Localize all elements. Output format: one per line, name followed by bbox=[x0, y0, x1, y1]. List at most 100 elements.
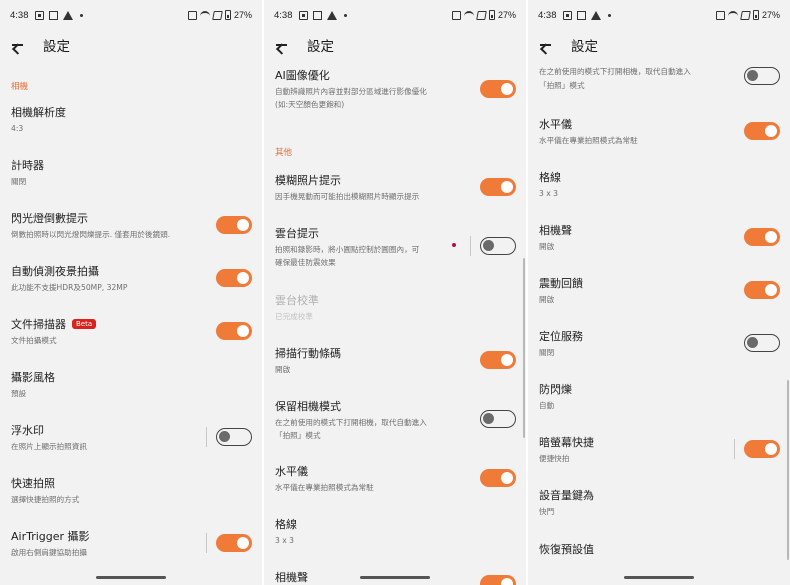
setting-anti-flicker[interactable]: 防閃爍 自動 bbox=[528, 381, 790, 411]
vibration-feedback-toggle[interactable] bbox=[744, 281, 780, 299]
setting-value: 開啟 bbox=[275, 365, 291, 374]
battery-percent: 27% bbox=[497, 10, 516, 20]
setting-keep-camera-mode[interactable]: 保留相機模式 在之前使用的模式下打開相機，取代自動進入 「拍照」模式 bbox=[264, 398, 526, 444]
setting-value: 關閉 bbox=[11, 177, 27, 186]
setting-description: 水平儀在專業拍照模式為常駐 bbox=[275, 483, 374, 492]
setting-level[interactable]: 水平儀 水平儀在專業拍照模式為常駐 bbox=[528, 116, 790, 148]
setting-gimbal-hint[interactable]: 雲台提示 拍照和錄影時，將小圓點控制於圓圈內，可 確保最佳防震效果 bbox=[264, 225, 526, 271]
status-bar: 4:38 27% bbox=[264, 0, 526, 30]
setting-level[interactable]: 水平儀 水平儀在專業拍照模式為常駐 bbox=[264, 463, 526, 495]
blur-hint-toggle[interactable] bbox=[480, 178, 516, 196]
setting-title: 雲台提示 bbox=[275, 227, 319, 240]
location-service-toggle[interactable] bbox=[744, 334, 780, 352]
more-notifications-dot-icon bbox=[343, 13, 347, 17]
status-bar: 4:38 27% bbox=[528, 0, 790, 30]
setting-volume-key[interactable]: 設音量鍵為 快門 bbox=[528, 487, 790, 517]
setting-vibration-feedback[interactable]: 震動回饋 開啟 bbox=[528, 275, 790, 307]
setting-shutter-sound[interactable]: 相機聲 開啟 bbox=[528, 222, 790, 254]
ai-enhance-toggle[interactable] bbox=[480, 80, 516, 98]
wifi-icon bbox=[463, 11, 474, 19]
setting-title: 相機聲 bbox=[539, 224, 572, 237]
setting-value: 開啟 bbox=[539, 242, 555, 251]
setting-title: 模糊照片提示 bbox=[275, 174, 341, 187]
setting-title: 攝影風格 bbox=[11, 371, 55, 384]
setting-airtrigger[interactable]: AirTrigger 攝影 啟用右側肩鍵協助拍攝 bbox=[0, 528, 262, 560]
setting-description: 拍照和錄影時，將小圓點控制於圓圈內，可 bbox=[275, 245, 420, 254]
watermark-toggle[interactable] bbox=[216, 428, 252, 446]
warning-icon bbox=[326, 10, 337, 20]
setting-document-scanner[interactable]: 文件掃描器 Beta 文件拍攝模式 bbox=[0, 316, 262, 348]
airtrigger-toggle[interactable] bbox=[216, 534, 252, 552]
setting-quick-shot[interactable]: 快速拍照 選擇快捷拍照的方式 bbox=[0, 475, 262, 505]
setting-night-detect[interactable]: 自動偵測夜景拍攝 此功能不支援HDR及50MP, 32MP bbox=[0, 263, 262, 295]
page-title: 設定 bbox=[571, 39, 598, 55]
setting-description-line2: 「拍照」模式 bbox=[539, 81, 585, 90]
scrollbar[interactable] bbox=[787, 380, 789, 560]
document-scanner-toggle[interactable] bbox=[216, 322, 252, 340]
setting-title: 文件掃描器 Beta bbox=[11, 316, 97, 332]
divider bbox=[470, 236, 471, 256]
setting-ai-enhance[interactable]: AI圖像優化 自動辨識照片內容並對部分區域進行影像優化 (如:天空顏色更飽和) bbox=[264, 67, 526, 113]
setting-title: 浮水印 bbox=[11, 424, 44, 437]
keep-camera-mode-toggle[interactable] bbox=[480, 410, 516, 428]
setting-grid[interactable]: 格線 3 x 3 bbox=[264, 516, 526, 546]
divider bbox=[734, 439, 735, 459]
shutter-sound-toggle[interactable] bbox=[744, 228, 780, 246]
setting-reset-defaults[interactable]: 恢復預設值 bbox=[528, 541, 790, 561]
setting-photo-style[interactable]: 攝影風格 預設 bbox=[0, 369, 262, 399]
setting-flash-countdown[interactable]: 閃光燈倒數提示 倒數拍照時以閃光燈閃爍提示. 僅套用於後鏡頭. bbox=[0, 210, 262, 242]
gimbal-hint-toggle[interactable] bbox=[480, 237, 516, 255]
battery-icon bbox=[224, 10, 231, 20]
setting-description-line2: 確保最佳防震效果 bbox=[275, 258, 336, 267]
status-time: 4:38 bbox=[538, 9, 557, 21]
level-toggle[interactable] bbox=[480, 469, 516, 487]
setting-value: 快門 bbox=[539, 507, 555, 516]
no-sim-icon bbox=[740, 10, 751, 20]
setting-description: 選擇快捷拍照的方式 bbox=[11, 495, 80, 504]
setting-title-text: 文件掃描器 bbox=[11, 318, 66, 331]
setting-title: 恢復預設值 bbox=[539, 543, 594, 556]
barcode-scan-toggle[interactable] bbox=[480, 351, 516, 369]
setting-grid[interactable]: 格線 3 x 3 bbox=[528, 169, 790, 199]
setting-dark-screen-shortcut[interactable]: 暗螢幕快捷 便捷快拍 bbox=[528, 434, 790, 466]
warning-icon bbox=[62, 10, 73, 20]
setting-title: AirTrigger 攝影 bbox=[11, 530, 90, 543]
setting-watermark[interactable]: 浮水印 在照片上顯示拍照資訊 bbox=[0, 422, 262, 454]
settings-list: AI圖像優化 自動辨識照片內容並對部分區域進行影像優化 (如:天空顏色更飽和) … bbox=[264, 60, 526, 585]
scrollbar[interactable] bbox=[523, 258, 525, 438]
back-arrow-icon[interactable] bbox=[273, 36, 291, 54]
setting-camera-resolution[interactable]: 相機解析度 4:3 bbox=[0, 104, 262, 134]
back-arrow-icon[interactable] bbox=[537, 36, 555, 54]
back-arrow-icon[interactable] bbox=[9, 36, 27, 54]
setting-title: 閃光燈倒數提示 bbox=[11, 212, 88, 225]
setting-title: AI圖像優化 bbox=[275, 69, 330, 82]
shutter-sound-toggle[interactable] bbox=[480, 575, 516, 585]
screen-camera-settings-1: 4:38 27% 設定 相機 相機解析度 4:3 計時器 關閉 閃光燈倒數提示 … bbox=[0, 0, 262, 585]
setting-barcode-scan[interactable]: 掃描行動條碼 開啟 bbox=[264, 345, 526, 377]
setting-blur-hint[interactable]: 模糊照片提示 因手機晃動而可能拍出模糊照片時顯示提示 bbox=[264, 172, 526, 204]
setting-gimbal-calibration: 雲台校準 已完成校準 bbox=[264, 292, 526, 322]
setting-title: 自動偵測夜景拍攝 bbox=[11, 265, 99, 278]
setting-location-service[interactable]: 定位服務 關閉 bbox=[528, 328, 790, 360]
setting-keep-camera-mode[interactable]: 在之前使用的模式下打開相機，取代自動進入 「拍照」模式 bbox=[528, 66, 790, 94]
gesture-nav-bar[interactable] bbox=[96, 576, 166, 579]
page-title: 設定 bbox=[307, 39, 334, 55]
level-toggle[interactable] bbox=[744, 122, 780, 140]
keep-camera-mode-toggle[interactable] bbox=[744, 67, 780, 85]
gesture-nav-bar[interactable] bbox=[360, 576, 430, 579]
setting-title: 快速拍照 bbox=[11, 477, 55, 490]
setting-title: 格線 bbox=[539, 171, 561, 184]
no-sim-icon bbox=[212, 10, 223, 20]
status-right: 27% bbox=[187, 10, 252, 20]
setting-timer[interactable]: 計時器 關閉 bbox=[0, 157, 262, 187]
more-notifications-dot-icon bbox=[607, 13, 611, 17]
setting-description: 倒數拍照時以閃光燈閃爍提示. 僅套用於後鏡頭. bbox=[11, 230, 171, 239]
flash-countdown-toggle[interactable] bbox=[216, 216, 252, 234]
dark-screen-shortcut-toggle[interactable] bbox=[744, 440, 780, 458]
setting-title: 相機聲 bbox=[275, 571, 308, 584]
setting-title: 格線 bbox=[275, 518, 297, 531]
setting-value: 3 x 3 bbox=[539, 189, 558, 198]
battery-icon bbox=[488, 10, 495, 20]
night-detect-toggle[interactable] bbox=[216, 269, 252, 287]
gesture-nav-bar[interactable] bbox=[624, 576, 694, 579]
